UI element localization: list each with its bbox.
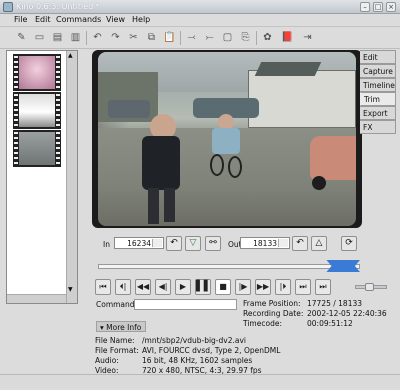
menu-commands[interactable]: Commands xyxy=(56,15,101,24)
in-label: In xyxy=(103,240,110,249)
remove-icon[interactable]: ▢ xyxy=(220,30,235,45)
previous-scene-icon[interactable]: ⏴| xyxy=(115,279,131,295)
tab-trim[interactable]: Trim xyxy=(360,92,396,106)
attach-icon[interactable]: ⎘ xyxy=(238,30,253,45)
undo-icon[interactable]: ↶ xyxy=(90,30,105,45)
storyboard-clip-2[interactable] xyxy=(13,92,61,129)
command-label: Command xyxy=(96,300,135,309)
shuttle-end-icon[interactable]: ⏭ xyxy=(315,279,331,295)
file-format-value: AVI, FOURCC dvsd, Type 2, OpenDML xyxy=(142,346,281,355)
menu-edit[interactable]: Edit xyxy=(35,15,51,24)
title-bar: Kino 0.6.3: Untitled * – □ × xyxy=(0,0,400,14)
tab-export[interactable]: Export xyxy=(360,106,396,120)
new-icon[interactable]: ✎ xyxy=(14,30,29,45)
file-name-label: File Name: xyxy=(95,336,135,345)
link-icon[interactable]: ⚯ xyxy=(205,236,221,251)
close-icon[interactable]: × xyxy=(386,2,396,12)
tab-timeline[interactable]: Timeline xyxy=(360,78,396,92)
copy-icon[interactable]: ⧉ xyxy=(144,30,159,45)
window-title: Kino 0.6.3: Untitled * xyxy=(16,2,100,11)
stop-icon[interactable]: ■ xyxy=(215,279,231,295)
recording-date-value: 2002-12-05 22:40:36 xyxy=(307,309,387,318)
play-icon[interactable]: ▶ xyxy=(175,279,191,295)
paste-icon[interactable]: 📋 xyxy=(162,30,177,45)
scroll-up-icon[interactable]: ▲ xyxy=(68,52,73,59)
toolbar: ✎ ▭ ▤ ▥ ↶ ↷ ✂ ⧉ 📋 ⤙ ⤚ ▢ ⎘ ✿ 📕 ⇥ xyxy=(0,27,400,49)
recording-date-label: Recording Date: xyxy=(243,309,304,318)
save-as-icon[interactable]: ▥ xyxy=(68,30,83,45)
storyboard-clip-1[interactable] xyxy=(13,54,61,91)
command-input[interactable] xyxy=(134,299,237,310)
tab-capture[interactable]: Capture xyxy=(360,64,396,78)
maximize-icon[interactable]: □ xyxy=(373,2,383,12)
transport-controls: ⏮ ⏴| ◀◀ ◀| ▶ ▌▌ ■ |▶ ▶▶ |⏵ ⏭ ⏭ xyxy=(95,279,360,296)
join-icon[interactable]: ⤚ xyxy=(202,30,217,45)
open-icon[interactable]: ▭ xyxy=(32,30,47,45)
tab-fx[interactable]: FX xyxy=(360,120,396,134)
scroll-down-icon[interactable]: ▼ xyxy=(68,286,73,293)
out-point-spinbox[interactable]: 18133 xyxy=(240,237,290,249)
menu-file[interactable]: File xyxy=(14,15,27,24)
redo-icon[interactable]: ↷ xyxy=(108,30,123,45)
trim-slider[interactable] xyxy=(98,264,360,269)
video-preview xyxy=(98,52,356,226)
menu-help[interactable]: Help xyxy=(132,15,150,24)
reset-out-icon[interactable]: ↶ xyxy=(292,236,308,251)
storyboard-vscrollbar[interactable]: ▲ ▼ xyxy=(66,51,77,303)
help-icon[interactable]: 📕 xyxy=(280,30,295,45)
fast-forward-icon[interactable]: ▶▶ xyxy=(255,279,271,295)
exit-icon[interactable]: ⇥ xyxy=(300,30,315,45)
app-icon xyxy=(3,2,13,12)
tab-edit[interactable]: Edit xyxy=(360,50,396,64)
timecode-value: 00:09:51:12 xyxy=(307,319,353,328)
end-icon[interactable]: ⏭ xyxy=(295,279,311,295)
file-name-value: /mnt/sbp2/vdub-big-dv2.avi xyxy=(142,336,246,345)
in-point-spinbox[interactable]: 16234 xyxy=(114,237,164,249)
more-info-expander[interactable]: ▾ More Info xyxy=(96,321,146,332)
cut-icon[interactable]: ✂ xyxy=(126,30,141,45)
set-in-icon[interactable]: ▽ xyxy=(185,236,201,251)
set-out-icon[interactable]: △ xyxy=(311,236,327,251)
status-bar xyxy=(0,374,400,388)
audio-value: 16 bit, 48 KHz, 1602 samples xyxy=(142,356,253,365)
clip-thumbnail xyxy=(19,56,55,89)
rewind-icon[interactable]: ◀◀ xyxy=(135,279,151,295)
storyboard-clip-3[interactable] xyxy=(13,130,61,167)
audio-label: Audio: xyxy=(95,356,119,365)
forward-frame-icon[interactable]: |▶ xyxy=(235,279,251,295)
save-icon[interactable]: ▤ xyxy=(50,30,65,45)
reset-in-icon[interactable]: ↶ xyxy=(166,236,182,251)
minimize-icon[interactable]: – xyxy=(360,2,370,12)
frame-position-label: Frame Position: xyxy=(243,299,301,308)
apply-trim-icon[interactable]: ⟳ xyxy=(341,236,357,251)
pause-icon[interactable]: ▌▌ xyxy=(195,279,211,295)
more-info-label: More Info xyxy=(106,323,142,332)
next-scene-icon[interactable]: |⏵ xyxy=(275,279,291,295)
back-frame-icon[interactable]: ◀| xyxy=(155,279,171,295)
split-icon[interactable]: ⤙ xyxy=(184,30,199,45)
preferences-icon[interactable]: ✿ xyxy=(260,30,275,45)
clip-thumbnail xyxy=(19,132,55,165)
menu-view[interactable]: View xyxy=(106,15,125,24)
start-icon[interactable]: ⏮ xyxy=(95,279,111,295)
menu-bar: File Edit Commands View Help xyxy=(0,14,400,27)
clip-thumbnail xyxy=(19,94,55,127)
storyboard-hscrollbar[interactable] xyxy=(7,294,66,303)
shuttle-knob[interactable] xyxy=(365,283,374,291)
file-format-label: File Format: xyxy=(95,346,139,355)
timecode-label: Timecode: xyxy=(243,319,282,328)
frame-position-value: 17725 / 18133 xyxy=(307,299,363,308)
